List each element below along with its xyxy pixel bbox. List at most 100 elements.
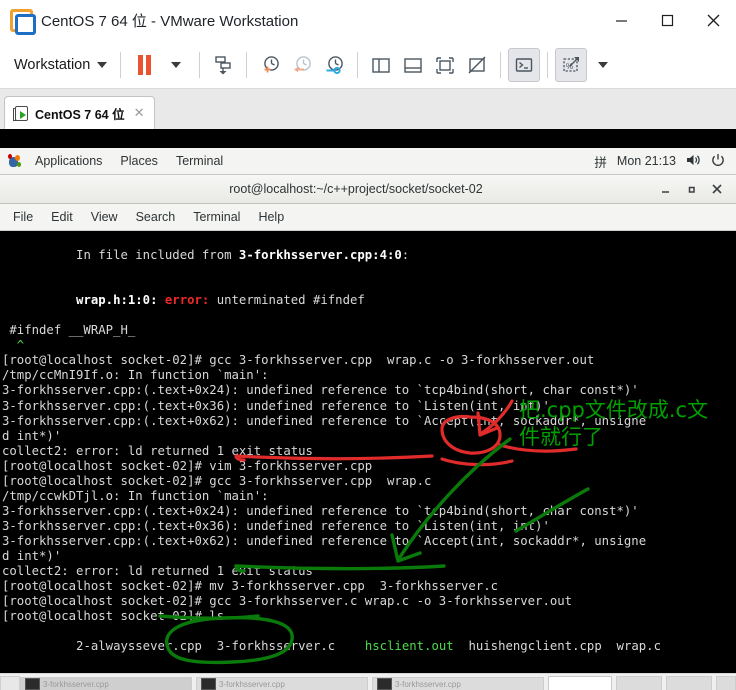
manage-snapshots-button[interactable] [318, 48, 350, 82]
taskbar-item-label: 3-forkhsserver.cpp [395, 679, 461, 689]
taskbar-thumbnail [25, 678, 40, 690]
ls-output-row: 2-alwayssever.cpp 3-forkhsserver.c hscli… [2, 624, 736, 669]
gnome-foot-icon [6, 153, 23, 170]
unity-mode-button[interactable] [461, 48, 493, 82]
terminal-close-button[interactable] [704, 175, 730, 204]
close-button[interactable] [690, 0, 736, 40]
terminal-line: d int*)' [2, 428, 62, 443]
terminal-text-bold: wrap.h:1:0: [76, 293, 158, 308]
vmware-logo-icon [10, 9, 36, 35]
power-icon[interactable] [711, 153, 725, 170]
menu-search[interactable]: Search [127, 210, 185, 224]
gnome-top-panel: Applications Places Terminal 拼 Mon 21:13 [0, 148, 736, 175]
show-library-button[interactable] [365, 48, 397, 82]
terminal-line-caret: ^ [2, 338, 25, 353]
terminal-text: unterminated #ifndef [209, 293, 365, 308]
snapshot-add-icon [264, 55, 280, 72]
terminal-line: [root@localhost socket-02]# ls [2, 609, 225, 624]
maximize-button[interactable] [644, 0, 690, 40]
taskbar-start-item[interactable] [0, 676, 20, 690]
chinese-annotation-line1: 把.cpp文件改成.c文 [519, 398, 709, 422]
terminal-line: [root@localhost socket-02]# gcc 3-forkhs… [2, 594, 573, 609]
menu-places[interactable]: Places [111, 154, 167, 168]
taskbar-item[interactable] [616, 676, 662, 690]
chevron-down-icon [171, 61, 182, 68]
library-panel-icon [372, 57, 390, 73]
terminal-line: 3-forkhsserver.cpp:(.text+0x36): undefin… [2, 518, 550, 533]
workstation-menu-button[interactable]: Workstation [6, 57, 113, 73]
chevron-down-icon [97, 61, 108, 68]
pause-dropdown-button[interactable] [160, 48, 192, 82]
volume-icon[interactable] [686, 153, 701, 170]
terminal-minimize-button[interactable] [652, 175, 678, 204]
terminal-menubar: File Edit View Search Terminal Help [0, 204, 736, 231]
toolbar-divider [199, 51, 201, 78]
show-thumbnails-button[interactable] [397, 48, 429, 82]
workstation-menu-label: Workstation [14, 56, 91, 73]
toolbar-divider [246, 51, 248, 78]
unity-mode-icon [468, 56, 486, 73]
revert-snapshot-button[interactable] [286, 48, 318, 82]
snapshot-revert-icon [294, 55, 312, 72]
taskbar-item-label: 3-forkhsserver.cpp [43, 679, 109, 689]
terminal-line: wrap.h:1:0: error: unterminated #ifndef [2, 278, 736, 323]
console-terminal-icon [516, 57, 533, 72]
take-snapshot-button[interactable] [254, 48, 286, 82]
menu-edit[interactable]: Edit [42, 210, 82, 224]
tab-close-icon[interactable]: ✕ [131, 105, 148, 121]
terminal-text: : [401, 248, 410, 263]
tab-label: CentOS 7 64 位 [35, 107, 125, 122]
terminal-titlebar: root@localhost:~/c++project/socket/socke… [0, 175, 736, 204]
window-title: CentOS 7 64 位 - VMware Workstation [41, 12, 299, 30]
taskbar-thumbnail [377, 678, 392, 690]
console-view-button[interactable] [508, 47, 541, 82]
taskbar-thumbnail [201, 678, 216, 690]
vmware-workstation-window: CentOS 7 64 位 - VMware Workstation Works… [0, 0, 736, 690]
menu-terminal[interactable]: Terminal [167, 154, 232, 168]
ls-entry: huishengclient.cpp [468, 639, 602, 654]
taskbar-item[interactable]: 3-forkhsserver.cpp [372, 677, 544, 690]
menu-file[interactable]: File [4, 210, 42, 224]
guest-screen: Applications Places Terminal 拼 Mon 21:13 [0, 129, 736, 674]
taskbar-item[interactable]: 3-forkhsserver.cpp [196, 677, 368, 690]
vm-tab-strip: CentOS 7 64 位 ✕ [0, 89, 736, 130]
terminal-line: [root@localhost socket-02]# gcc 3-forkhs… [2, 473, 432, 488]
gnome-terminal-window: root@localhost:~/c++project/socket/socke… [0, 175, 736, 674]
terminal-maximize-button[interactable] [678, 175, 704, 204]
stretch-dropdown-button[interactable] [587, 48, 619, 82]
taskbar-item[interactable] [548, 676, 612, 690]
terminal-line: d int*)' [2, 548, 62, 563]
snapshot-manage-icon [326, 55, 344, 74]
vmware-toolbar: Workstation % [0, 41, 736, 89]
terminal-text-bold: 3-forkhsserver.cpp:4:0 [238, 248, 402, 263]
toolbar-divider [357, 51, 359, 78]
menu-applications[interactable]: Applications [26, 154, 111, 168]
menu-terminal[interactable]: Terminal [184, 210, 249, 224]
stretch-guest-icon: % [563, 56, 580, 72]
tab-centos7[interactable]: CentOS 7 64 位 ✕ [4, 96, 155, 129]
fullscreen-icon [436, 56, 454, 74]
menu-help[interactable]: Help [249, 210, 293, 224]
terminal-output-area[interactable]: In file included from 3-forkhsserver.cpp… [0, 231, 736, 674]
terminal-line: /tmp/ccwkDTjl.o: In function `main': [2, 488, 269, 503]
taskbar-item[interactable] [666, 676, 712, 690]
menu-view[interactable]: View [82, 210, 127, 224]
taskbar-item-label: 3-forkhsserver.cpp [219, 679, 285, 689]
pause-vm-button[interactable] [128, 48, 160, 82]
minimize-button[interactable] [598, 0, 644, 40]
suspend-vm-button[interactable] [207, 48, 239, 82]
terminal-error-text: error: [157, 293, 210, 308]
window-titlebar: CentOS 7 64 位 - VMware Workstation [0, 0, 736, 41]
terminal-line: In file included from 3-forkhsserver.cpp… [2, 233, 736, 278]
guest-top-black-strip [0, 129, 736, 148]
terminal-text: In file included from [76, 248, 239, 263]
taskbar-item[interactable]: 3-forkhsserver.cpp [20, 677, 192, 690]
terminal-window-controls [652, 175, 736, 204]
enter-fullscreen-button[interactable] [429, 48, 461, 82]
stretch-guest-button[interactable]: % [555, 47, 588, 82]
terminal-line: 3-forkhsserver.cpp:(.text+0x62): undefin… [2, 533, 647, 548]
terminal-line: 3-forkhsserver.cpp:(.text+0x24): undefin… [2, 503, 639, 518]
ime-indicator[interactable]: 拼 [594, 152, 607, 171]
panel-clock[interactable]: Mon 21:13 [617, 154, 676, 168]
taskbar-item[interactable] [716, 676, 736, 690]
